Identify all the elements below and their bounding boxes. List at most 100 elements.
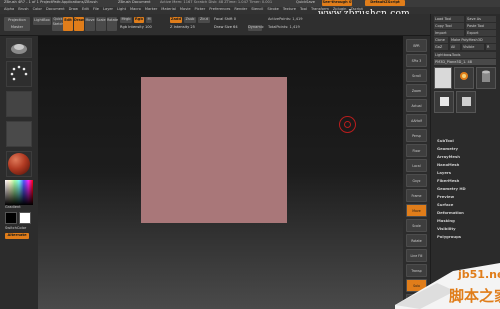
import-button[interactable]: Import <box>434 30 464 36</box>
z-intensity-slider[interactable]: Z Intensity 25 <box>170 25 195 30</box>
scale-button[interactable]: Scale <box>96 17 106 31</box>
menu-item-texture[interactable]: Texture <box>283 7 296 12</box>
shelf-button-actual[interactable]: Actual <box>406 99 427 112</box>
menu-item-marker[interactable]: Marker <box>145 7 157 12</box>
rgb-button[interactable]: Rgb <box>134 17 144 23</box>
menu-item-picker[interactable]: Picker <box>195 7 206 12</box>
subpalette-subtool[interactable]: SubTool <box>437 138 500 144</box>
canvas-viewport[interactable] <box>38 36 403 309</box>
goz-all-button[interactable]: All <box>450 44 460 50</box>
load-tool-button[interactable]: Load Tool <box>434 16 464 22</box>
gradient-label[interactable]: Gradient <box>5 205 21 210</box>
tool-thumb-cylinder[interactable] <box>476 67 496 89</box>
secondary-color-swatch[interactable] <box>19 212 31 224</box>
subpalette-preview[interactable]: Preview <box>437 194 500 200</box>
shelf-button-floor[interactable]: Floor <box>406 144 427 157</box>
export-button[interactable]: Export <box>466 30 496 36</box>
move-button[interactable]: Move <box>85 17 95 31</box>
menu-item-brush[interactable]: Brush <box>18 7 28 12</box>
shelf-button-scale[interactable]: Scale <box>406 219 427 232</box>
zadd-button[interactable]: Zadd <box>170 17 182 23</box>
clone-button[interactable]: Clone <box>434 37 448 43</box>
zsub-button[interactable]: Zsub <box>184 17 196 23</box>
alternate-button[interactable]: Alternate <box>5 233 29 239</box>
draw-button[interactable]: Draw <box>74 17 84 31</box>
menu-item-material[interactable]: Material <box>161 7 176 12</box>
subpalette-deformation[interactable]: Deformation <box>437 210 500 216</box>
goz-r-button[interactable]: R <box>486 44 496 50</box>
switch-color-button[interactable]: SwitchColor <box>5 226 26 231</box>
default-script-button[interactable]: DefaultZScript <box>365 0 405 6</box>
dynamic-button[interactable]: Dynamic <box>248 25 264 31</box>
make-polymesh-button[interactable]: Make PolyMesh3D <box>450 37 496 43</box>
projection-master-button[interactable]: Projection Master <box>4 17 30 31</box>
menu-item-tool[interactable]: Tool <box>300 7 307 12</box>
menu-item-document[interactable]: Document <box>46 7 65 12</box>
menu-item-render[interactable]: Render <box>234 7 247 12</box>
menu-item-stroke[interactable]: Stroke <box>267 7 278 12</box>
shelf-button-scroll[interactable]: Scroll <box>406 69 427 82</box>
save-as-button[interactable]: Save As <box>466 16 496 22</box>
subpalette-fibermesh[interactable]: FiberMesh <box>437 178 500 184</box>
mrgb-button[interactable]: Mrgb <box>120 17 132 23</box>
shelf-button-line-fill[interactable]: Line Fill <box>406 249 427 262</box>
zcut-button[interactable]: Zcut <box>198 17 210 23</box>
copy-tool-button[interactable]: Copy Tool <box>434 23 464 29</box>
color-picker[interactable] <box>5 180 33 205</box>
subpalette-nanomesh[interactable]: NanoMesh <box>437 162 500 168</box>
texture-thumbnail[interactable] <box>6 121 32 147</box>
menu-item-color[interactable]: Color <box>33 7 42 12</box>
brush-thumbnail[interactable] <box>6 38 32 58</box>
goz-button[interactable]: GoZ <box>434 44 448 50</box>
subpalette-geometry-hd[interactable]: Geometry HD <box>437 186 500 192</box>
rotate-button[interactable]: Rotate <box>107 17 118 31</box>
paste-tool-button[interactable]: Paste Tool <box>466 23 496 29</box>
plane-3d-mesh[interactable] <box>141 77 287 223</box>
shelf-button-aahalf[interactable]: AAHalf <box>406 114 427 127</box>
shelf-button-frame[interactable]: Frame <box>406 189 427 202</box>
menu-item-macro[interactable]: Macro <box>130 7 141 12</box>
menu-item-alpha[interactable]: Alpha <box>4 7 14 12</box>
tool-thumb-plane-3[interactable] <box>456 91 476 113</box>
m-button[interactable]: M <box>146 17 152 23</box>
shelf-button-zoom[interactable]: Zoom <box>406 84 427 97</box>
see-through-slider[interactable]: See-through 0 <box>322 0 352 6</box>
lightbox-tools-button[interactable]: Lightbox▸Tools <box>434 52 496 58</box>
main-color-swatch[interactable] <box>5 212 17 224</box>
menu-item-movie[interactable]: Movie <box>180 7 191 12</box>
stroke-thumbnail[interactable] <box>6 61 32 87</box>
menu-item-preferences[interactable]: Preferences <box>209 7 230 12</box>
subpalette-surface[interactable]: Surface <box>437 202 500 208</box>
quicksave-button[interactable]: QuickSave <box>296 0 315 5</box>
shelf-button-gxyz[interactable]: Gxyz <box>406 174 427 187</box>
shelf-button-rotate[interactable]: Rotate <box>406 234 427 247</box>
material-thumbnail[interactable] <box>6 151 32 177</box>
tool-thumb-simplebrush[interactable] <box>454 67 474 89</box>
subpalette-polygroups[interactable]: Polygroups <box>437 234 500 240</box>
menu-item-layer[interactable]: Layer <box>103 7 113 12</box>
subpalette-arraymesh[interactable]: ArrayMesh <box>437 154 500 160</box>
menu-item-stencil[interactable]: Stencil <box>251 7 263 12</box>
shelf-button-bpr[interactable]: BPR <box>406 39 427 52</box>
edit-button[interactable]: Edit <box>63 17 73 31</box>
menu-item-draw[interactable]: Draw <box>69 7 78 12</box>
subpalette-layers[interactable]: Layers <box>437 170 500 176</box>
menu-item-file[interactable]: File <box>93 7 99 12</box>
alpha-thumbnail[interactable] <box>6 91 32 117</box>
focal-shift-slider[interactable]: Focal Shift 0 <box>214 17 236 22</box>
goz-visible-button[interactable]: Visible <box>462 44 484 50</box>
tool-thumb-plane[interactable] <box>434 67 452 89</box>
shelf-button-spix-3[interactable]: SPix 3 <box>406 54 427 67</box>
shelf-button-persp[interactable]: Persp <box>406 129 427 142</box>
menu-item-light[interactable]: Light <box>117 7 126 12</box>
subpalette-masking[interactable]: Masking <box>437 218 500 224</box>
shelf-button-local[interactable]: Local <box>406 159 427 172</box>
tool-thumb-plane-2[interactable] <box>434 91 454 113</box>
menu-item-edit[interactable]: Edit <box>82 7 89 12</box>
lightbox-button[interactable]: LightBox <box>33 17 51 25</box>
rgb-intensity-slider[interactable]: Rgb Intensity 100 <box>120 25 152 30</box>
subpalette-visibility[interactable]: Visibility <box>437 226 500 232</box>
draw-size-slider[interactable]: Draw Size 64 <box>214 25 238 30</box>
subpalette-geometry[interactable]: Geometry <box>437 146 500 152</box>
shelf-button-move[interactable]: Move <box>406 204 427 217</box>
